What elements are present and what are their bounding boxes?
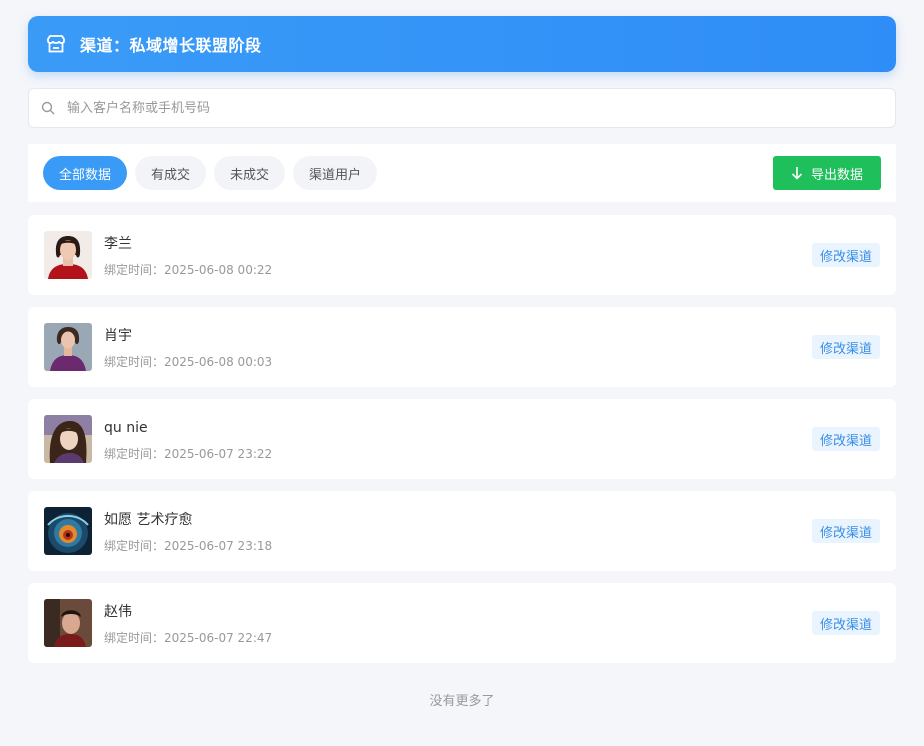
customer-list: 李兰 绑定时间：2025-06-08 00:22 修改渠道 肖宇 绑定时间：20… [28,215,896,675]
customer-card: qu nie 绑定时间：2025-06-07 23:22 修改渠道 [28,399,896,479]
customer-name: 肖宇 [104,327,132,344]
bind-time: 绑定时间：2025-06-07 22:47 [104,630,273,645]
bind-time: 绑定时间：2025-06-08 00:03 [104,354,273,369]
edit-channel-button[interactable]: 修改渠道 [811,611,880,635]
edit-channel-button[interactable]: 修改渠道 [811,427,880,451]
customer-card: 肖宇 绑定时间：2025-06-08 00:03 修改渠道 [28,307,896,387]
shop-icon [46,34,66,54]
customer-name: 赵伟 [104,603,132,620]
edit-channel-button[interactable]: 修改渠道 [811,243,880,267]
tab-all-data[interactable]: 全部数据 [43,156,128,190]
customer-avatar [44,323,92,371]
export-data-button[interactable]: 导出数据 [773,156,881,190]
search-input[interactable] [65,99,895,117]
customer-card: 赵伟 绑定时间：2025-06-07 22:47 修改渠道 [28,583,896,663]
tab-channel-users[interactable]: 渠道用户 [293,156,378,190]
bind-time: 绑定时间：2025-06-08 00:22 [104,262,273,277]
bind-time: 绑定时间：2025-06-07 23:18 [104,538,273,553]
page-title: 渠道：私域增长联盟阶段 [80,36,262,55]
filter-bar: 全部数据 有成交 未成交 渠道用户 导出数据 [28,144,896,202]
customer-avatar [44,415,92,463]
export-data-label: 导出数据 [810,167,863,183]
channel-header: 渠道：私域增长联盟阶段 [28,16,896,72]
customer-card: 李兰 绑定时间：2025-06-08 00:22 修改渠道 [28,215,896,295]
customer-name: 如愿 艺术疗愈 [104,511,193,528]
tab-no-deal[interactable]: 未成交 [214,156,286,190]
customer-name: 李兰 [104,235,132,252]
search-bar[interactable] [28,88,896,128]
customer-avatar [44,231,92,279]
customer-card: 如愿 艺术疗愈 绑定时间：2025-06-07 23:18 修改渠道 [28,491,896,571]
bind-time: 绑定时间：2025-06-07 23:22 [104,446,273,461]
customer-avatar [44,507,92,555]
search-icon [41,101,55,115]
tab-has-deal[interactable]: 有成交 [135,156,207,190]
customer-avatar [44,599,92,647]
no-more-text: 没有更多了 [429,694,495,709]
customer-name: qu nie [104,419,148,436]
arrow-down-icon [791,166,803,180]
edit-channel-button[interactable]: 修改渠道 [811,335,880,359]
edit-channel-button[interactable]: 修改渠道 [811,519,880,543]
